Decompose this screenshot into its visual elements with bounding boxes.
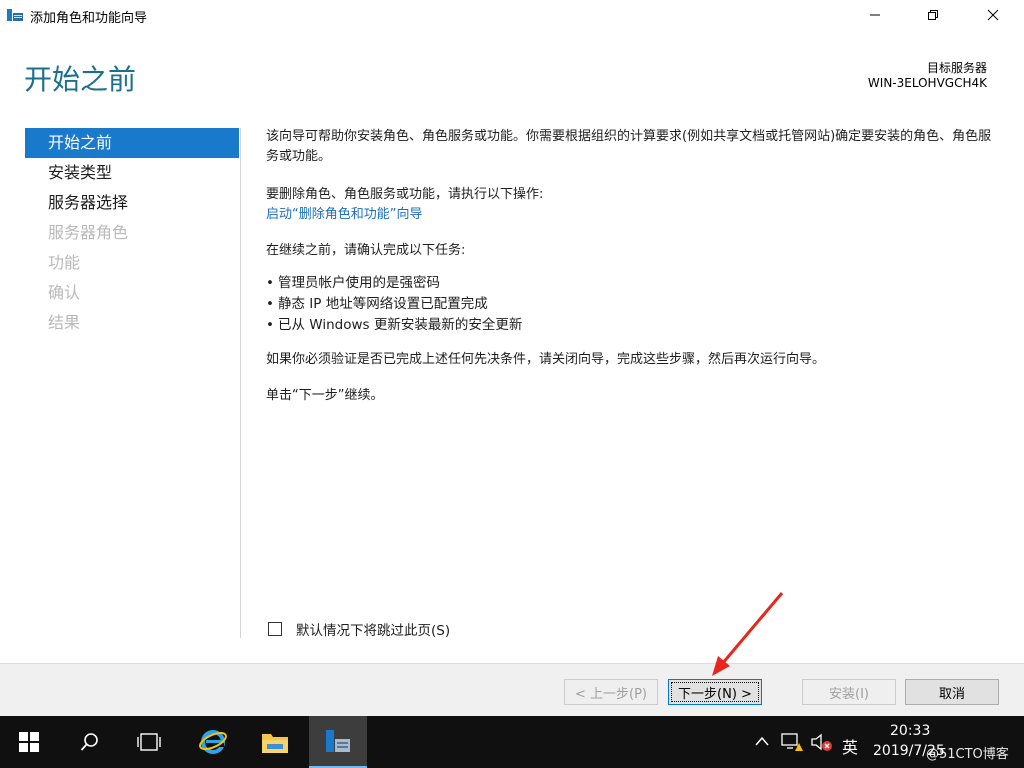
wizard-content: 该向导可帮助你安装角色、角色服务或功能。你需要根据组织的计算要求(例如共享文档或… — [266, 127, 1001, 406]
title-bar: 添加角色和功能向导 — [0, 0, 1024, 32]
next-button[interactable]: 下一步(N) > — [668, 679, 762, 705]
target-server-label: 目标服务器 — [926, 61, 987, 75]
show-hidden-icons-chevron-up-icon[interactable] — [755, 736, 769, 746]
prerequisite-note: 如果你必须验证是否已完成上述任何先决条件，请关闭向导，完成这些步骤，然后再次运行… — [266, 352, 826, 367]
sidebar-divider — [240, 128, 241, 638]
minimize-button[interactable] — [852, 0, 898, 30]
next-instruction: 单击“下一步”继续。 — [266, 388, 384, 403]
previous-button[interactable]: < 上一步(P) — [564, 679, 658, 705]
before-heading: 在继续之前，请确认完成以下任务: — [266, 243, 466, 258]
cancel-button[interactable]: 取消 — [905, 679, 999, 705]
install-button[interactable]: 安装(I) — [802, 679, 896, 705]
task-view-icon — [137, 733, 161, 751]
file-explorer-icon — [262, 734, 288, 753]
server-manager-app-icon — [7, 9, 23, 21]
watermark-text: @51CTO博客 — [926, 747, 1009, 762]
close-button[interactable] — [970, 0, 1016, 30]
skip-page-label[interactable]: 默认情况下将跳过此页(S) — [296, 619, 450, 639]
wizard-footer: < 上一步(P) 下一步(N) > 安装(I) 取消 — [0, 663, 1024, 717]
prerequisite-list: • 管理员帐户使用的是强密码 • 静态 IP 地址等网络设置已配置完成 • 已从 Wi… — [266, 273, 1001, 336]
window-title: 添加角色和功能向导 — [30, 11, 148, 26]
restore-button[interactable] — [910, 0, 956, 30]
search-button[interactable] — [61, 716, 119, 768]
target-server-name: WIN-3ELOHVGCH4K — [867, 76, 987, 90]
intro-text: 该向导可帮助你安装角色、角色服务或功能。你需要根据组织的计算要求(例如共享文档或… — [266, 129, 992, 164]
step-before-you-begin[interactable]: 开始之前 — [25, 128, 239, 158]
page-title: 开始之前 — [24, 63, 137, 96]
list-item: • 静态 IP 地址等网络设置已配置完成 — [266, 296, 488, 312]
server-manager-icon — [326, 730, 350, 752]
taskbar: 英 20:33 2019/7/25 @51CTO博客 — [0, 716, 1024, 768]
input-method-indicator[interactable]: 英 — [842, 734, 858, 758]
restore-icon — [928, 10, 938, 20]
file-explorer-button[interactable] — [246, 716, 304, 768]
server-manager-taskbar-button[interactable] — [309, 716, 367, 768]
close-icon — [987, 9, 999, 21]
list-item: • 管理员帐户使用的是强密码 — [266, 275, 440, 291]
step-results: 结果 — [48, 313, 81, 332]
step-server-roles: 服务器角色 — [48, 223, 129, 242]
search-icon — [80, 733, 98, 751]
list-item: • 已从 Windows 更新安装最新的安全更新 — [266, 317, 523, 333]
remove-roles-link[interactable]: 启动“删除角色和功能”向导 — [266, 207, 422, 222]
minimize-icon — [870, 14, 880, 16]
wizard-steps: 开始之前 安装类型 服务器选择 服务器角色 功能 确认 结果 — [25, 128, 239, 338]
step-server-selection[interactable]: 服务器选择 — [25, 188, 239, 218]
network-warning-icon[interactable] — [781, 732, 803, 752]
task-view-button[interactable] — [120, 716, 178, 768]
step-confirmation: 确认 — [48, 283, 81, 302]
volume-muted-icon[interactable] — [810, 732, 834, 752]
remove-heading: 要删除角色、角色服务或功能，请执行以下操作: — [266, 187, 544, 202]
skip-page-option[interactable]: 默认情况下将跳过此页(S) — [268, 619, 450, 639]
skip-page-checkbox[interactable] — [268, 622, 282, 636]
clock-time[interactable]: 20:33 — [890, 723, 930, 739]
windows-start-icon — [19, 732, 39, 752]
step-installation-type[interactable]: 安装类型 — [25, 158, 239, 188]
start-button[interactable] — [0, 716, 58, 768]
step-features: 功能 — [48, 253, 81, 272]
internet-explorer-icon — [199, 730, 227, 754]
internet-explorer-button[interactable] — [184, 716, 242, 768]
